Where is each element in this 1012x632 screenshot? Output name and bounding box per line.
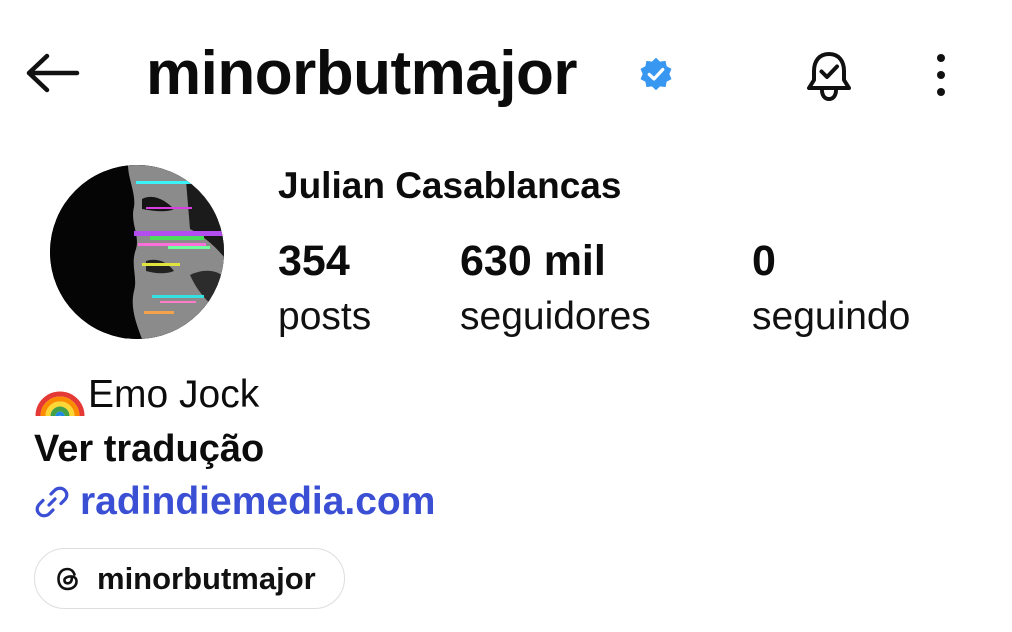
- stat-following-label: seguindo: [752, 295, 911, 338]
- threads-username: minorbutmajor: [97, 560, 316, 596]
- bell-check-icon: [807, 52, 851, 102]
- stat-followers-label: seguidores: [460, 295, 651, 338]
- rainbow-emoji: [35, 391, 85, 417]
- stat-posts-value: 354: [278, 237, 350, 285]
- notifications-button[interactable]: [796, 44, 862, 108]
- arrow-left-icon: [26, 53, 80, 93]
- more-options-button[interactable]: [918, 48, 964, 102]
- verified-badge-icon: [640, 57, 672, 91]
- threads-profile-button[interactable]: minorbutmajor: [34, 548, 345, 609]
- stat-posts-label: posts: [278, 295, 372, 338]
- stat-following[interactable]: 0 seguindo: [752, 234, 910, 342]
- stat-following-value: 0: [752, 237, 776, 285]
- back-button[interactable]: [22, 48, 84, 98]
- avatar[interactable]: [50, 165, 224, 339]
- stat-posts[interactable]: 354 posts: [278, 234, 371, 342]
- stat-followers[interactable]: 630 mil seguidores: [460, 234, 651, 342]
- bio: Emo Jock: [34, 372, 259, 418]
- website-link-text: radindiemedia.com: [80, 480, 436, 523]
- profile-full-name: Julian Casablancas: [278, 165, 622, 206]
- threads-icon: [57, 567, 78, 590]
- stat-followers-value: 630 mil: [460, 237, 606, 285]
- website-link[interactable]: radindiemedia.com: [34, 478, 435, 526]
- more-vertical-icon: [937, 54, 945, 62]
- profile-username: minorbutmajor: [146, 39, 577, 108]
- profile-page: minorbutmajor Julian Casablancas 354 pos…: [0, 0, 1012, 632]
- avatar-image: [50, 165, 224, 339]
- see-translation-link[interactable]: Ver tradução: [34, 426, 264, 472]
- bio-text: Emo Jock: [88, 373, 260, 416]
- link-icon: [35, 486, 69, 518]
